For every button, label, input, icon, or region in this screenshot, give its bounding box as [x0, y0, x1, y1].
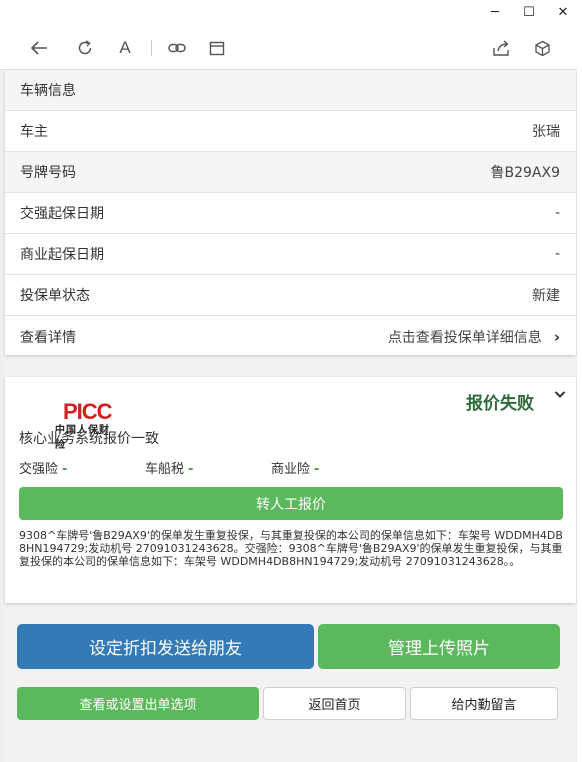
- window-titlebar: ─ ☐ ✕: [0, 0, 582, 24]
- compulsory-start-label: 交强起保日期: [20, 206, 104, 222]
- vehicle-tax-label: 车船税: [145, 462, 185, 477]
- commercial-insurance-label: 商业险: [271, 462, 311, 477]
- owner-row: 车主 张瑞: [5, 111, 576, 152]
- view-details-text: 点击查看投保单详细信息: [387, 329, 542, 346]
- view-details-link[interactable]: 点击查看投保单详细信息 ›: [388, 327, 560, 347]
- compulsory-start-row: 交强起保日期 -: [5, 193, 576, 234]
- chevron-right-icon: ›: [553, 327, 560, 346]
- duplicate-policy-notice: 9308^车牌号'鲁B29AX9'的保单发生重复投保，与其重复投保的本公司的保单…: [19, 529, 563, 568]
- picc-logo: PICC 中国人保财险: [29, 387, 119, 451]
- back-home-button[interactable]: 返回首页: [263, 687, 406, 720]
- vehicle-info-card: 车辆信息 车主 张瑞 号牌号码 鲁B29AX9 交强起保日期 - 商业起保日期 …: [5, 70, 576, 355]
- policy-status-value: 新建: [532, 288, 560, 304]
- compulsory-insurance-label: 交强险: [19, 462, 59, 477]
- chevron-down-icon[interactable]: [554, 387, 566, 403]
- vehicle-info-header: 车辆信息: [5, 70, 576, 111]
- policy-status-row: 投保单状态 新建: [5, 275, 576, 316]
- commercial-start-row: 商业起保日期 -: [5, 234, 576, 275]
- vehicle-info-title: 车辆信息: [20, 83, 76, 99]
- plate-label: 号牌号码: [20, 165, 76, 181]
- view-details-row[interactable]: 查看详情 点击查看投保单详细信息 ›: [5, 316, 576, 357]
- compulsory-insurance: 交强险 -: [19, 458, 145, 477]
- share-icon[interactable]: [490, 37, 512, 59]
- compulsory-start-value: -: [554, 205, 560, 221]
- leave-message-button[interactable]: 给内勤留言: [410, 687, 558, 720]
- consistency-text: 核心业务系统报价一致: [19, 431, 159, 447]
- vehicle-tax: 车船税 -: [145, 458, 271, 477]
- commercial-start-value: -: [554, 246, 560, 262]
- insurance-summary: 交强险 - 车船税 - 商业险 -: [19, 458, 397, 477]
- maximize-icon[interactable]: ☐: [514, 0, 544, 24]
- link-icon[interactable]: [166, 37, 188, 59]
- policy-status-label: 投保单状态: [20, 288, 90, 304]
- manual-quote-button[interactable]: 转人工报价: [19, 487, 563, 520]
- cube-icon[interactable]: [531, 37, 553, 59]
- window-icon[interactable]: [206, 37, 228, 59]
- scrollbar[interactable]: [577, 24, 582, 762]
- page-content: 车辆信息 车主 张瑞 号牌号码 鲁B29AX9 交强起保日期 - 商业起保日期 …: [4, 70, 577, 762]
- issue-options-button[interactable]: 查看或设置出单选项: [17, 687, 259, 720]
- set-discount-send-button[interactable]: 设定折扣发送给朋友: [17, 624, 314, 669]
- refresh-icon[interactable]: [74, 37, 96, 59]
- quote-status: 报价失败: [466, 394, 534, 414]
- commercial-insurance-value: -: [314, 462, 320, 477]
- toolbar-separator: [151, 40, 152, 56]
- view-details-label: 查看详情: [20, 329, 76, 346]
- manage-photos-button[interactable]: 管理上传照片: [318, 624, 560, 669]
- close-icon[interactable]: ✕: [548, 0, 578, 24]
- compulsory-insurance-value: -: [62, 462, 68, 477]
- quote-result-card: PICC 中国人保财险 报价失败 核心业务系统报价一致 交强险 - 车船税 - 商业…: [5, 377, 576, 603]
- plate-row: 号牌号码 鲁B29AX9: [5, 152, 576, 193]
- commercial-insurance: 商业险 -: [271, 458, 397, 477]
- minimize-icon[interactable]: ─: [480, 0, 510, 24]
- commercial-start-label: 商业起保日期: [20, 247, 104, 263]
- plate-value: 鲁B29AX9: [490, 165, 561, 181]
- font-size-icon[interactable]: A: [114, 37, 136, 59]
- browser-toolbar: A: [0, 24, 582, 70]
- vehicle-tax-value: -: [188, 462, 194, 477]
- owner-value: 张瑞: [532, 124, 560, 140]
- owner-label: 车主: [20, 124, 48, 140]
- back-arrow-icon[interactable]: [28, 37, 50, 59]
